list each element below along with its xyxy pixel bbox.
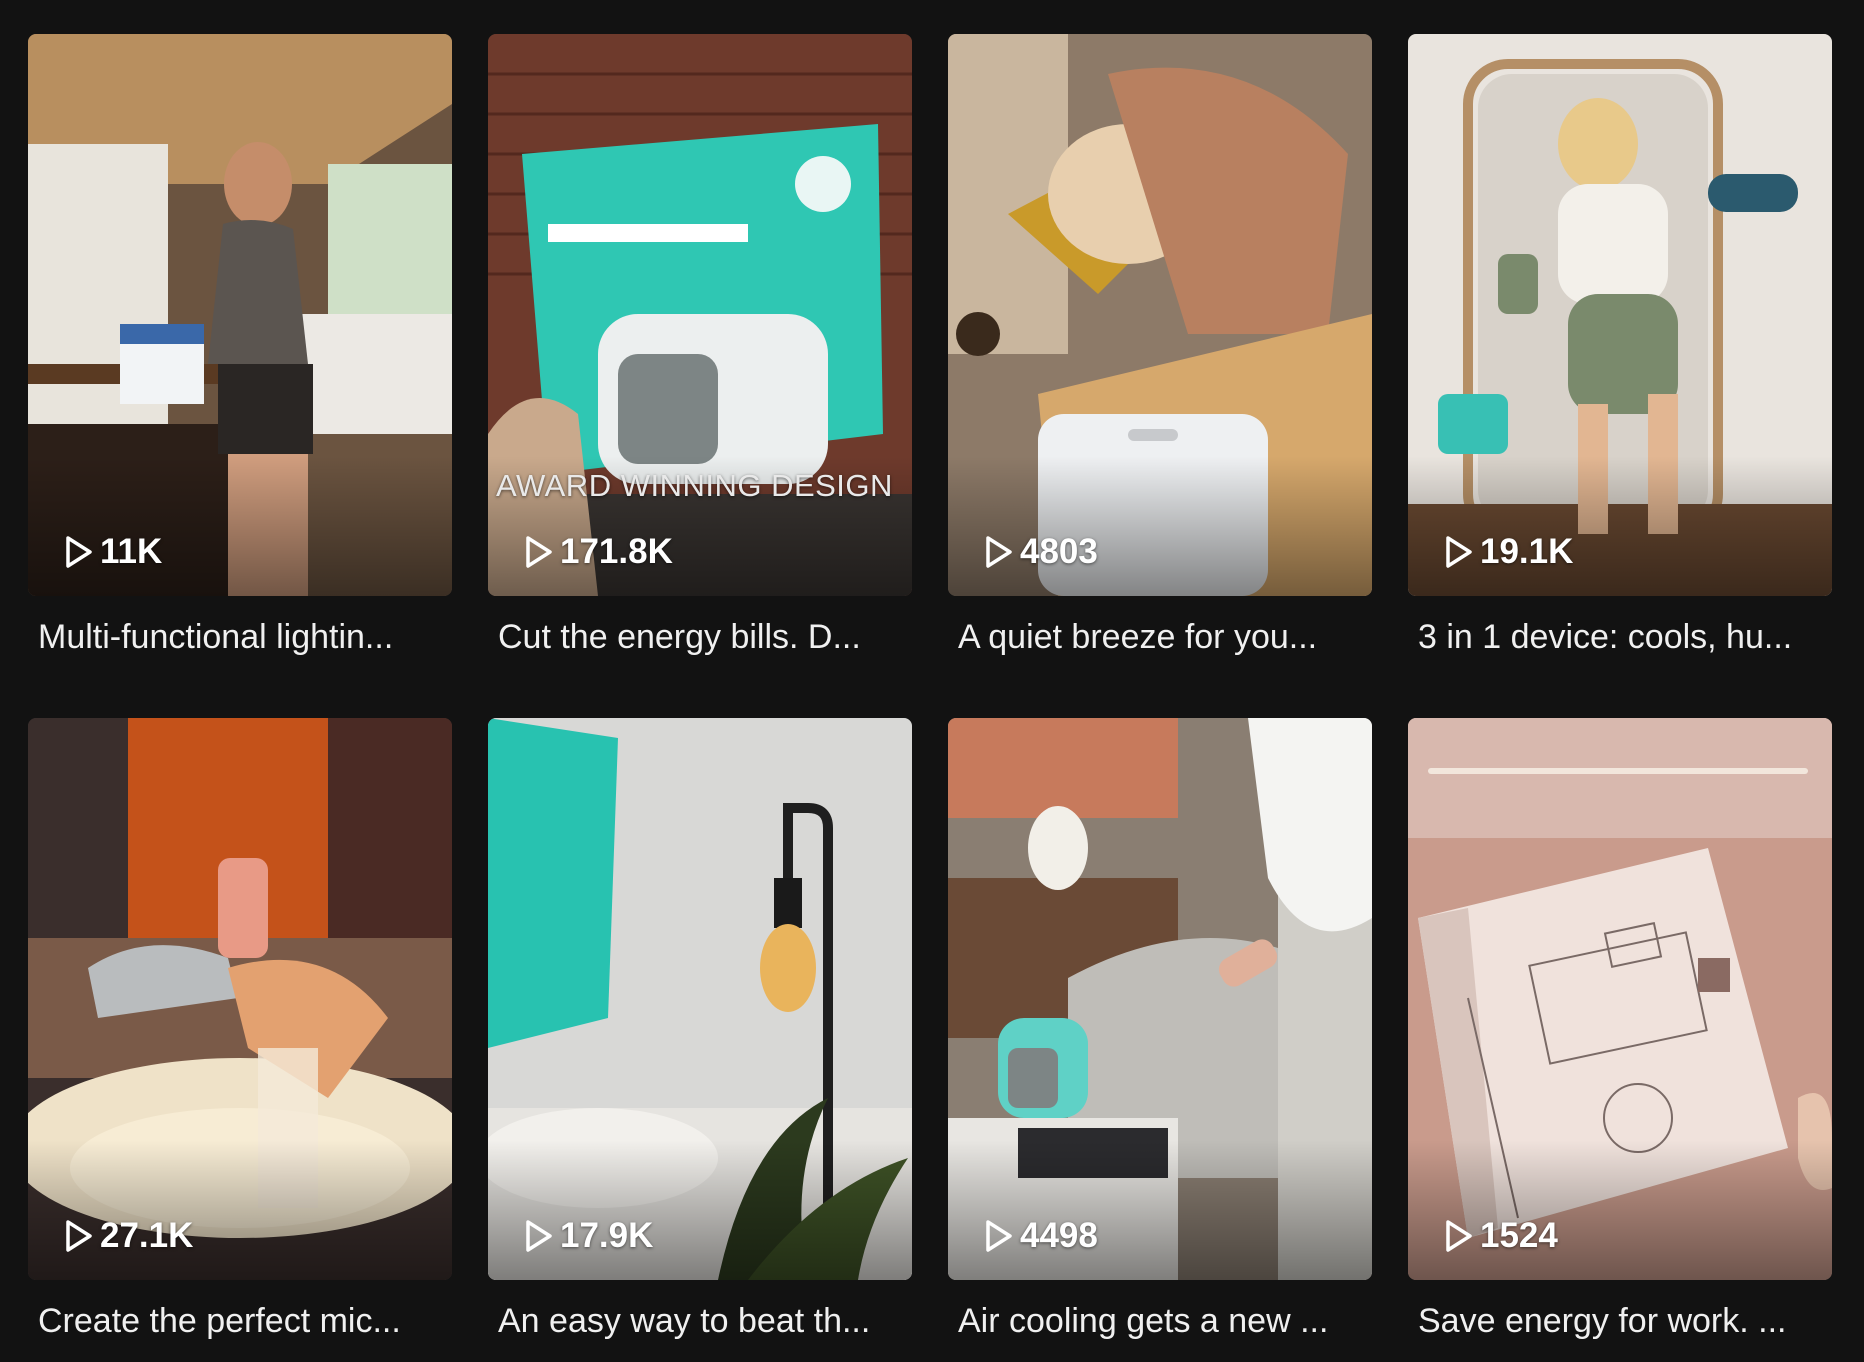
view-count-value: 17.9K bbox=[560, 1216, 654, 1255]
thumbnail-shade bbox=[28, 1140, 452, 1280]
thumbnail-shade bbox=[1408, 456, 1832, 596]
video-caption[interactable]: Cut the energy bills. D... bbox=[488, 618, 908, 657]
view-count: 17.9K bbox=[524, 1216, 653, 1256]
view-count: 19.1K bbox=[1444, 532, 1573, 572]
video-card[interactable]: 11K Multi-functional lightin... bbox=[28, 34, 452, 670]
play-icon bbox=[1446, 1220, 1472, 1252]
play-icon bbox=[526, 1220, 552, 1252]
video-thumbnail[interactable]: 27.1K bbox=[28, 718, 452, 1280]
video-card[interactable]: 27.1K Create the perfect mic... bbox=[28, 718, 452, 1354]
thumbnail-shade bbox=[948, 1140, 1372, 1280]
view-count-value: 11K bbox=[100, 532, 163, 571]
video-caption[interactable]: A quiet breeze for you... bbox=[948, 618, 1368, 657]
view-count: 27.1K bbox=[64, 1216, 193, 1256]
play-icon bbox=[66, 536, 92, 568]
video-caption[interactable]: Air cooling gets a new ... bbox=[948, 1302, 1368, 1341]
view-count: 4803 bbox=[984, 532, 1098, 572]
play-icon bbox=[1446, 536, 1472, 568]
video-thumbnail[interactable]: 11K bbox=[28, 34, 452, 596]
video-caption[interactable]: Save energy for work. ... bbox=[1408, 1302, 1828, 1341]
video-card[interactable]: AWARD WINNING DESIGN 171.8K Cut the ener… bbox=[488, 34, 912, 670]
view-count: 11K bbox=[64, 532, 162, 572]
view-count-value: 1524 bbox=[1480, 1216, 1558, 1255]
thumbnail-shade bbox=[948, 456, 1372, 596]
video-card[interactable]: 1524 Save energy for work. ... bbox=[1408, 718, 1832, 1354]
video-thumbnail[interactable]: 4803 bbox=[948, 34, 1372, 596]
thumbnail-shade bbox=[28, 456, 452, 596]
video-caption[interactable]: 3 in 1 device: cools, hu... bbox=[1408, 618, 1828, 657]
view-count: 1524 bbox=[1444, 1216, 1558, 1256]
play-icon bbox=[986, 536, 1012, 568]
video-card[interactable]: 17.9K An easy way to beat th... bbox=[488, 718, 912, 1354]
video-thumbnail[interactable]: 17.9K bbox=[488, 718, 912, 1280]
thumbnail-shade bbox=[1408, 1140, 1832, 1280]
video-thumbnail[interactable]: AWARD WINNING DESIGN 171.8K bbox=[488, 34, 912, 596]
video-card[interactable]: 4803 A quiet breeze for you... bbox=[948, 34, 1372, 670]
video-caption[interactable]: Create the perfect mic... bbox=[28, 1302, 448, 1341]
view-count-value: 27.1K bbox=[100, 1216, 194, 1255]
video-thumbnail[interactable]: 1524 bbox=[1408, 718, 1832, 1280]
video-caption[interactable]: Multi-functional lightin... bbox=[28, 618, 448, 657]
view-count-value: 171.8K bbox=[560, 532, 673, 571]
video-card[interactable]: 4498 Air cooling gets a new ... bbox=[948, 718, 1372, 1354]
view-count-value: 19.1K bbox=[1480, 532, 1574, 571]
view-count-value: 4803 bbox=[1020, 532, 1098, 571]
thumbnail-shade bbox=[488, 1140, 912, 1280]
view-count: 171.8K bbox=[524, 532, 673, 572]
video-grid: 11K Multi-functional lightin... AWARD WI… bbox=[28, 34, 1832, 1354]
view-count: 4498 bbox=[984, 1216, 1098, 1256]
video-caption[interactable]: An easy way to beat th... bbox=[488, 1302, 908, 1341]
video-card[interactable]: 19.1K 3 in 1 device: cools, hu... bbox=[1408, 34, 1832, 670]
thumbnail-overlay-text: AWARD WINNING DESIGN bbox=[496, 468, 893, 503]
view-count-value: 4498 bbox=[1020, 1216, 1098, 1255]
play-icon bbox=[986, 1220, 1012, 1252]
play-icon bbox=[526, 536, 552, 568]
play-icon bbox=[66, 1220, 92, 1252]
video-thumbnail[interactable]: 4498 bbox=[948, 718, 1372, 1280]
video-thumbnail[interactable]: 19.1K bbox=[1408, 34, 1832, 596]
